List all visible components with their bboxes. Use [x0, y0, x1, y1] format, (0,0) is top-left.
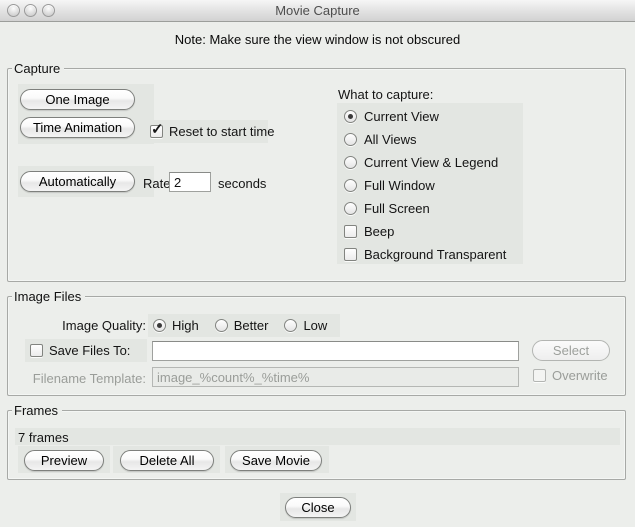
option-full-window[interactable]: Full Window	[344, 175, 435, 195]
reset-checkbox-label: Reset to start time	[169, 124, 274, 139]
option-current-view[interactable]: Current View	[344, 106, 439, 126]
automatically-button[interactable]: Automatically	[20, 171, 135, 192]
checkbox-icon[interactable]	[344, 248, 357, 261]
save-files-path-input[interactable]	[152, 341, 519, 361]
option-label: Background Transparent	[364, 247, 506, 262]
reset-to-start-time-option[interactable]: ✓ Reset to start time	[146, 120, 268, 143]
option-all-views[interactable]: All Views	[344, 129, 417, 149]
quality-option-label: High	[172, 318, 199, 333]
radio-icon[interactable]	[344, 202, 357, 215]
radio-selected-icon[interactable]	[153, 319, 166, 332]
overwrite-option: Overwrite	[528, 364, 618, 387]
radio-icon[interactable]	[344, 179, 357, 192]
option-label: Beep	[364, 224, 394, 239]
radio-dot-icon	[157, 323, 162, 328]
close-button[interactable]: Close	[285, 497, 351, 518]
filename-template-input	[152, 367, 519, 387]
option-label: Current View	[364, 109, 439, 124]
overwrite-checkbox	[533, 369, 546, 382]
image-quality-panel: High Better Low	[148, 314, 340, 337]
radio-dot-icon	[348, 114, 353, 119]
checkbox-icon[interactable]	[344, 225, 357, 238]
movie-capture-window: Movie Capture Note: Make sure the view w…	[0, 0, 635, 527]
save-files-label: Save Files To:	[49, 343, 130, 358]
image-files-group-label: Image Files	[12, 289, 85, 304]
radio-icon[interactable]	[215, 319, 228, 332]
rate-units-label: seconds	[218, 176, 266, 191]
quality-option-label: Better	[234, 318, 269, 333]
save-files-checkbox[interactable]	[30, 344, 43, 357]
rate-input[interactable]	[169, 172, 211, 192]
option-label: All Views	[364, 132, 417, 147]
select-button: Select	[532, 340, 610, 361]
title-bar: Movie Capture	[0, 0, 635, 22]
quality-option-label: Low	[303, 318, 327, 333]
save-files-to-option[interactable]: Save Files To:	[25, 339, 147, 362]
radio-icon[interactable]	[284, 319, 297, 332]
save-movie-button[interactable]: Save Movie	[230, 450, 322, 471]
frames-group-label: Frames	[12, 403, 62, 418]
capture-group-label: Capture	[12, 61, 64, 76]
filename-template-label: Filename Template:	[20, 371, 146, 386]
radio-icon[interactable]	[344, 133, 357, 146]
option-label: Current View & Legend	[364, 155, 498, 170]
reset-checkbox[interactable]: ✓	[150, 125, 163, 138]
overwrite-label: Overwrite	[552, 368, 608, 383]
delete-all-button[interactable]: Delete All	[120, 450, 214, 471]
window-title: Movie Capture	[0, 0, 635, 22]
option-beep[interactable]: Beep	[344, 221, 394, 241]
what-to-capture-label: What to capture:	[338, 87, 433, 102]
preview-button[interactable]: Preview	[24, 450, 104, 471]
option-label: Full Window	[364, 178, 435, 193]
radio-selected-icon[interactable]	[344, 110, 357, 123]
frames-count-text: 7 frames	[18, 430, 69, 445]
option-background-transparent[interactable]: Background Transparent	[344, 244, 506, 264]
radio-icon[interactable]	[344, 156, 357, 169]
time-animation-button[interactable]: Time Animation	[20, 117, 135, 138]
image-quality-label: Image Quality:	[40, 318, 146, 333]
option-full-screen[interactable]: Full Screen	[344, 198, 430, 218]
frames-count-panel	[15, 428, 620, 445]
option-label: Full Screen	[364, 201, 430, 216]
check-icon: ✓	[151, 120, 164, 138]
one-image-button[interactable]: One Image	[20, 89, 135, 110]
note-text: Note: Make sure the view window is not o…	[0, 32, 635, 47]
option-current-view-legend[interactable]: Current View & Legend	[344, 152, 498, 172]
